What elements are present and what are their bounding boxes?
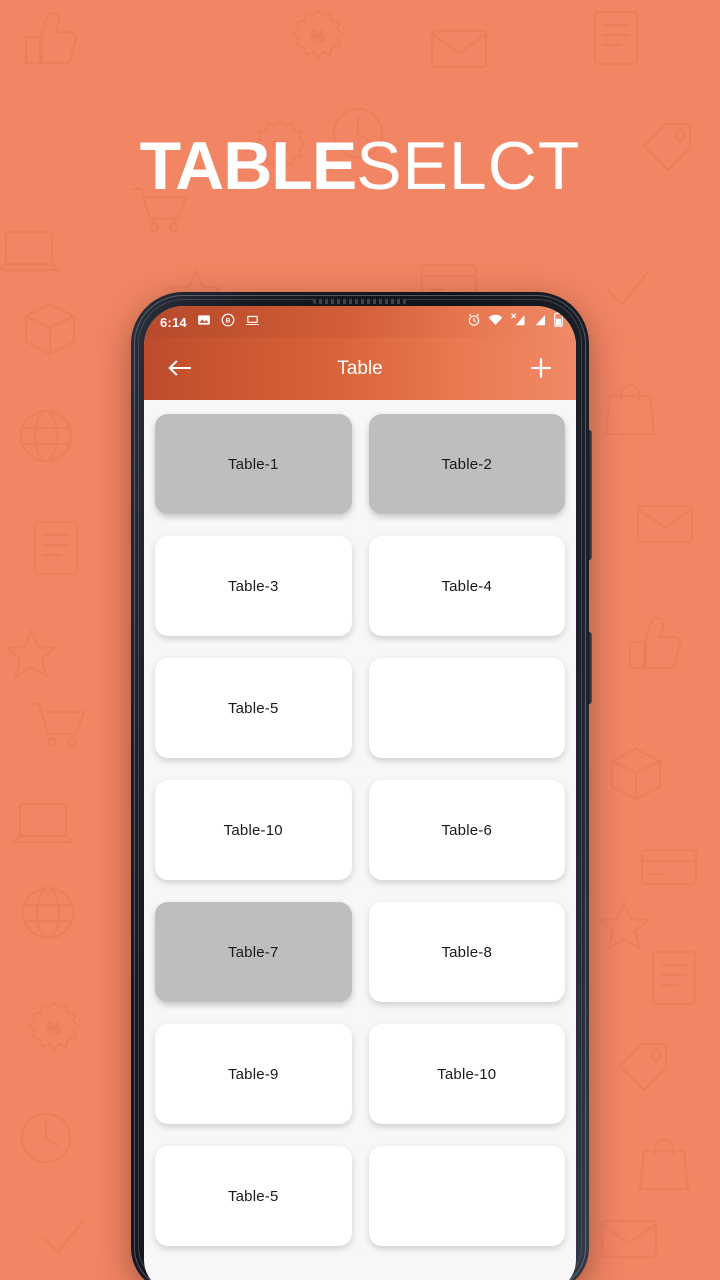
table-card[interactable]: Table-5 [155, 658, 352, 758]
page-title-light: SELCT [356, 128, 581, 204]
table-card-label: Table-7 [227, 943, 279, 961]
laptop-icon [245, 313, 260, 332]
table-card[interactable]: Table-1 [155, 414, 352, 514]
image-icon [197, 313, 211, 332]
page-title: TABLESELCT [0, 132, 720, 200]
table-grid: Table-1 Table-2 Table-3 Table-4 Table-5 Table… [144, 400, 576, 1280]
phone-mockup: 6:14 B Table Table-1 Table-2 Table-3 Tab… [131, 292, 592, 1280]
table-card-label: Table-6 [441, 821, 493, 839]
table-card[interactable] [368, 1146, 565, 1246]
table-card[interactable]: Table-6 [368, 780, 565, 880]
table-card-label: Table-1 [227, 455, 279, 473]
table-card[interactable]: Table-4 [368, 536, 565, 636]
table-card[interactable]: Table-8 [368, 902, 565, 1002]
table-card[interactable]: Table-9 [155, 1024, 352, 1124]
speaker-grille [313, 299, 407, 304]
table-card[interactable] [368, 658, 565, 758]
svg-text:B: B [226, 317, 231, 324]
back-button[interactable] [162, 352, 196, 386]
page-title-bold: TABLE [139, 128, 358, 204]
plus-icon [529, 356, 553, 383]
table-card-label: Table-9 [227, 1065, 279, 1083]
table-card[interactable]: Table-3 [155, 536, 352, 636]
table-card-label: Table-10 [437, 1065, 497, 1083]
volume-button[interactable] [588, 430, 592, 560]
table-card[interactable]: Table-5 [155, 1146, 352, 1246]
battery-icon [554, 312, 563, 332]
table-card[interactable]: Table-7 [155, 902, 352, 1002]
table-card-label: Table-5 [227, 699, 279, 717]
status-time: 6:14 [160, 314, 187, 330]
signal-no-sim-icon [510, 313, 526, 331]
app-bar: Table [144, 338, 576, 400]
bitcoin-badge-icon: B [221, 313, 235, 332]
table-card-label: Table-5 [227, 1187, 279, 1205]
table-card[interactable]: Table-10 [155, 780, 352, 880]
table-card[interactable]: Table-10 [368, 1024, 565, 1124]
table-card-label: Table-2 [441, 455, 493, 473]
alarm-icon [467, 313, 481, 332]
table-card[interactable]: Table-2 [368, 414, 565, 514]
power-button[interactable] [588, 632, 592, 704]
wifi-icon [488, 313, 503, 331]
table-card-label: Table-8 [441, 943, 493, 961]
table-card-label: Table-10 [223, 821, 283, 839]
status-bar-right [467, 312, 563, 332]
phone-screen: 6:14 B Table Table-1 Table-2 Table-3 Tab… [144, 306, 576, 1280]
status-bar: 6:14 B [144, 306, 576, 338]
signal-icon [533, 313, 547, 331]
app-bar-title: Table [337, 358, 383, 379]
add-button[interactable] [524, 352, 558, 386]
arrow-left-icon [167, 358, 192, 381]
status-bar-left: 6:14 B [160, 313, 260, 332]
table-card-label: Table-3 [227, 577, 279, 595]
table-card-label: Table-4 [441, 577, 493, 595]
